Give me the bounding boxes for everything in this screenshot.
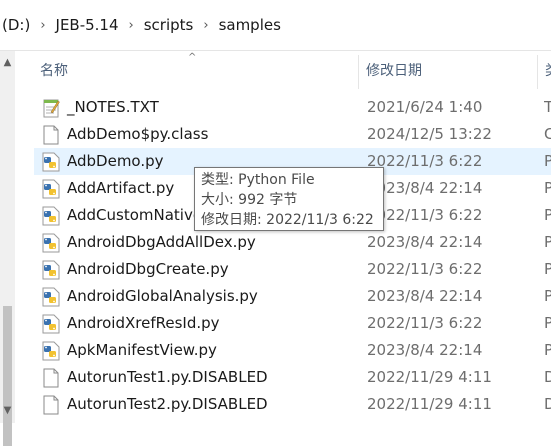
file-type: P <box>544 179 551 197</box>
file-name: AddArtifact.py <box>67 179 175 197</box>
file-row[interactable]: AndroidDbgCreate.py 2022/11/3 6:22 P <box>34 256 551 283</box>
file-date-modified: 2022/11/3 6:22 <box>367 314 483 332</box>
file-type: P <box>544 260 551 278</box>
scroll-up-arrow-icon[interactable]: ▲ <box>0 55 15 71</box>
scroll-thumb[interactable] <box>3 306 12 446</box>
tooltip-modified-label: 修改日期: <box>201 212 262 228</box>
file-date-modified: 2022/11/29 4:11 <box>367 368 492 386</box>
file-date-modified: 2021/6/24 1:40 <box>367 98 483 116</box>
file-row[interactable]: AndroidDbgAddAllDex.py 2023/8/4 22:14 P <box>34 229 551 256</box>
file-name: AutorunTest1.py.DISABLED <box>67 368 268 386</box>
file-row[interactable]: AutorunTest1.py.DISABLED 2022/11/29 4:11 D <box>34 364 551 391</box>
file-type: T <box>544 98 551 116</box>
breadcrumb-samples[interactable]: samples <box>213 16 287 34</box>
text-file-icon <box>42 98 60 118</box>
file-list: _NOTES.TXT 2021/6/24 1:40 T AdbDemo$py.clas… <box>34 94 551 418</box>
column-header-name[interactable]: 名称 <box>40 51 358 89</box>
file-name: _NOTES.TXT <box>67 98 159 116</box>
column-header-date-modified[interactable]: 修改日期 <box>366 51 536 89</box>
python-file-icon <box>42 179 60 199</box>
python-file-icon <box>42 152 60 172</box>
file-date-modified: 2023/8/4 22:14 <box>367 341 483 359</box>
file-name: AutorunTest2.py.DISABLED <box>67 395 268 413</box>
column-header-type[interactable]: 类 <box>545 51 551 89</box>
file-date-modified: 2022/11/3 6:22 <box>367 206 483 224</box>
file-row[interactable]: AutorunTest2.py.DISABLED 2022/11/29 4:11 D <box>34 391 551 418</box>
file-type: P <box>544 152 551 170</box>
python-file-icon <box>42 206 60 226</box>
tooltip-size-value: 992 字节 <box>233 192 298 208</box>
file-type: C <box>544 125 551 143</box>
file-type: P <box>544 206 551 224</box>
file-name: AdbDemo.py <box>67 152 164 170</box>
python-file-icon <box>42 287 60 307</box>
python-file-icon <box>42 314 60 334</box>
breadcrumb-chevron-icon: › <box>40 17 46 33</box>
file-name: AndroidDbgCreate.py <box>67 260 229 278</box>
file-date-modified: 2024/12/5 13:22 <box>367 125 492 143</box>
file-row[interactable]: ApkManifestView.py 2023/8/4 22:14 P <box>34 337 551 364</box>
file-date-modified: 2022/11/29 4:11 <box>367 395 492 413</box>
breadcrumb-jeb[interactable]: JEB-5.14 <box>50 16 125 34</box>
tooltip-size-label: 大小: <box>201 192 234 208</box>
tooltip-modified-line: 修改日期: 2022/11/3 6:22 <box>201 210 377 230</box>
tooltip-type-label: 类型: <box>201 172 234 188</box>
python-file-icon <box>42 233 60 253</box>
file-type: P <box>544 314 551 332</box>
tooltip-size-line: 大小: 992 字节 <box>201 190 377 210</box>
file-name: AddCustomNative <box>67 206 203 224</box>
tooltip-type-value: Python File <box>233 172 315 188</box>
file-tooltip: 类型: Python File 大小: 992 字节 修改日期: 2022/11… <box>194 167 384 231</box>
tooltip-modified-value: 2022/11/3 6:22 <box>261 212 374 228</box>
file-date-modified: 2022/11/3 6:22 <box>367 152 483 170</box>
file-date-modified: 2023/8/4 22:14 <box>367 233 483 251</box>
vertical-scrollbar[interactable]: ▲ ▼ <box>0 51 15 446</box>
breadcrumb-drive[interactable]: (D:) <box>0 16 36 34</box>
python-file-icon <box>42 260 60 280</box>
blank-file-icon <box>42 395 60 415</box>
file-type: P <box>544 233 551 251</box>
scroll-down-arrow-icon[interactable]: ▼ <box>0 403 15 419</box>
tooltip-type-line: 类型: Python File <box>201 170 377 190</box>
file-name: AndroidDbgAddAllDex.py <box>67 233 256 251</box>
file-name: AdbDemo$py.class <box>67 125 209 143</box>
column-divider[interactable] <box>358 55 359 89</box>
breadcrumb-scripts[interactable]: scripts <box>138 16 200 34</box>
file-row[interactable]: _NOTES.TXT 2021/6/24 1:40 T <box>34 94 551 121</box>
sort-ascending-icon: ^ <box>188 52 197 63</box>
file-type: P <box>544 287 551 305</box>
file-date-modified: 2022/11/3 6:22 <box>367 260 483 278</box>
file-name: AndroidXrefResId.py <box>67 314 220 332</box>
address-bar[interactable]: (D:) › JEB-5.14 › scripts › samples <box>0 0 551 51</box>
file-type: D <box>544 395 551 413</box>
breadcrumb-chevron-icon: › <box>203 17 209 33</box>
blank-file-icon <box>42 368 60 388</box>
file-date-modified: 2023/8/4 22:14 <box>367 179 483 197</box>
file-type: D <box>544 368 551 386</box>
column-divider[interactable] <box>537 55 538 89</box>
file-name: ApkManifestView.py <box>67 341 217 359</box>
file-name: AndroidGlobalAnalysis.py <box>67 287 258 305</box>
breadcrumb-chevron-icon: › <box>128 17 134 33</box>
file-row[interactable]: AndroidXrefResId.py 2022/11/3 6:22 P <box>34 310 551 337</box>
file-type: P <box>544 341 551 359</box>
file-row[interactable]: AdbDemo$py.class 2024/12/5 13:22 C <box>34 121 551 148</box>
file-date-modified: 2023/8/4 22:14 <box>367 287 483 305</box>
file-row[interactable]: AndroidGlobalAnalysis.py 2023/8/4 22:14 P <box>34 283 551 310</box>
blank-file-icon <box>42 125 60 145</box>
python-file-icon <box>42 341 60 361</box>
